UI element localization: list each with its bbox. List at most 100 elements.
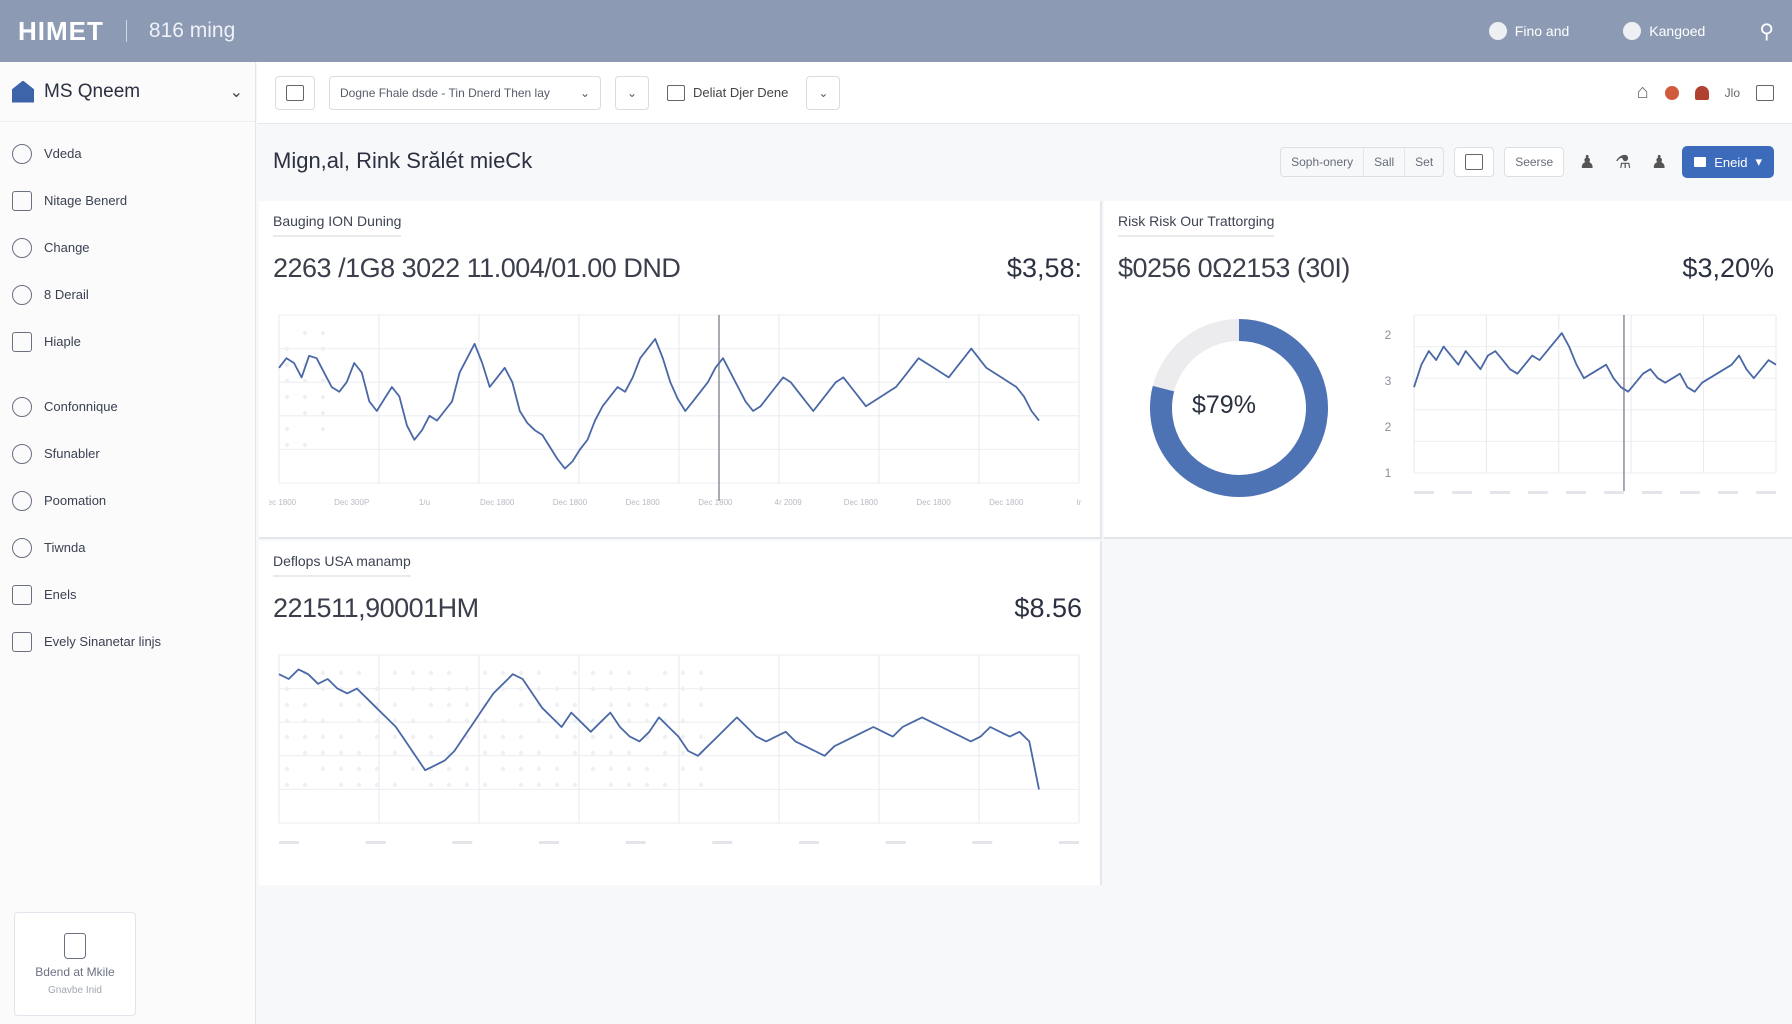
x-tick-mark (1414, 491, 1434, 494)
bg-dot (302, 702, 308, 708)
x-tick-label: Dec 300P (334, 498, 369, 507)
view-dropdown[interactable]: ⌄ (806, 75, 841, 110)
sidebar: MS Qneem ⌄ Vdeda Nitage Benerd Change 8 … (0, 62, 256, 1024)
bell-icon[interactable]: ♟ (1646, 149, 1672, 175)
topbar-item-1[interactable]: Fino and (1488, 22, 1569, 40)
panel-right-value: $3,58: (1006, 253, 1082, 283)
bg-dot (374, 718, 380, 724)
sidebar-item-6[interactable]: Confonnique (0, 383, 255, 430)
bg-dot (536, 750, 542, 756)
sidebar-item-8[interactable]: Poomation (0, 477, 255, 524)
bg-dot (500, 766, 506, 772)
sidebar-item-label: Evely Sinanetar linjs (44, 634, 162, 649)
bg-dot (680, 734, 686, 740)
grid-button[interactable] (1454, 147, 1495, 177)
x-tick-mark (1490, 491, 1510, 494)
expand-dropdown[interactable]: ⌄ (615, 75, 649, 110)
bg-dot (626, 702, 632, 708)
bg-dot (338, 750, 344, 756)
bg-dot (284, 766, 290, 772)
help-card[interactable]: Bdend at Mkile Gnavbe Inid (14, 912, 136, 1016)
sidebar-item-11[interactable]: Evely Sinanetar linjs (0, 618, 255, 665)
bg-dot (518, 670, 524, 676)
view-selector[interactable]: Deliat Djer Dene (663, 75, 793, 110)
segment-1[interactable]: Soph-onery (1281, 148, 1365, 176)
search-icon[interactable]: ⚲ (1759, 19, 1774, 44)
plus-icon (1694, 157, 1707, 167)
panel-title: Risk Risk Our Trattorging (1118, 213, 1275, 237)
bg-dot (536, 718, 542, 724)
chevron-down-icon: ▾ (1755, 154, 1762, 169)
bg-dot (302, 394, 308, 400)
chevron-down-icon: ⌄ (626, 85, 638, 100)
sidebar-item-4[interactable]: 8 Derail (0, 271, 255, 318)
line-chart-2: 2 3 2 1 (1385, 314, 1777, 494)
x-tick-label: Dec 1800 (989, 498, 1024, 507)
info-icon (12, 396, 32, 417)
help-subtitle: Gnavbe Inid (48, 984, 102, 996)
bg-dot (302, 410, 308, 416)
bg-dot (590, 718, 596, 724)
x-tick-mark (625, 841, 646, 844)
x-tick-mark (279, 841, 299, 844)
toolbar-icon-button[interactable] (275, 75, 315, 110)
bg-dot (518, 750, 524, 756)
sidebar-item-7[interactable]: Sfunabler (0, 430, 255, 477)
x-tick-mark (1642, 491, 1662, 494)
user-icon[interactable] (1694, 85, 1709, 100)
bg-dot (338, 702, 344, 708)
x-tick-mark (365, 841, 386, 844)
person-icon[interactable]: ♟ (1574, 149, 1600, 175)
sidebar-item-5[interactable]: Hiaple (0, 318, 255, 365)
primary-button[interactable]: Eneid ▾ (1682, 146, 1774, 178)
user-short[interactable]: Jlo (1725, 86, 1740, 100)
settings-icon[interactable] (1756, 84, 1774, 101)
x-tick-mark (885, 841, 906, 844)
bg-dot (302, 718, 308, 724)
panel-right-value: $8.56 (1014, 593, 1082, 623)
home-icon (12, 80, 34, 103)
bg-dot (500, 718, 506, 724)
bg-dot (320, 686, 326, 692)
x-tick-label: 1/u (419, 498, 430, 507)
notification-icon[interactable] (1664, 85, 1679, 100)
filter-dropdown[interactable]: Dogne Fhale dsde - Tin Dnerd Then lay ⌄ (329, 75, 601, 110)
bg-dot (338, 734, 344, 740)
x-tick-mark (1680, 491, 1700, 494)
sidebar-item-2[interactable]: Nitage Benerd (0, 177, 255, 224)
bg-dot (572, 782, 578, 788)
y-tick-label: 2 (1385, 420, 1392, 434)
bg-dot (680, 766, 686, 772)
bg-dot (518, 702, 524, 708)
search-button[interactable]: Seerse (1504, 147, 1565, 177)
bg-dot (284, 718, 290, 724)
x-tick-label: Dec 1800 (553, 498, 588, 507)
bg-dot (320, 734, 326, 740)
bg-dot (698, 686, 704, 692)
panel-title: Deflops USA manamp (273, 553, 411, 577)
bg-dot (338, 766, 344, 772)
bg-dot (284, 362, 290, 368)
topbar-item-2[interactable]: Kangoed (1623, 22, 1705, 40)
bg-dot (554, 782, 560, 788)
segment-3[interactable]: Set (1405, 148, 1443, 176)
home-icon[interactable]: ⌂ (1637, 81, 1649, 104)
bg-dot (392, 702, 398, 708)
segment-2[interactable]: Sall (1364, 148, 1406, 176)
sidebar-item-1[interactable]: Vdeda (0, 130, 255, 177)
x-tick-mark (712, 841, 733, 844)
group-icon[interactable]: ⚗ (1610, 149, 1636, 175)
bg-dot (428, 782, 434, 788)
org-switcher[interactable]: MS Qneem ⌄ (0, 62, 255, 122)
bg-dot (482, 734, 488, 740)
divider (125, 20, 127, 42)
bg-dot (320, 670, 326, 676)
bg-dot (662, 734, 668, 740)
sidebar-item-10[interactable]: Enels (0, 571, 255, 618)
bg-dot (608, 750, 614, 756)
sidebar-item-label: Poomation (44, 493, 107, 508)
bg-dot (446, 718, 452, 724)
sidebar-item-9[interactable]: Tiwnda (0, 524, 255, 571)
sidebar-item-3[interactable]: Change (0, 224, 255, 271)
bg-dot (428, 734, 434, 740)
